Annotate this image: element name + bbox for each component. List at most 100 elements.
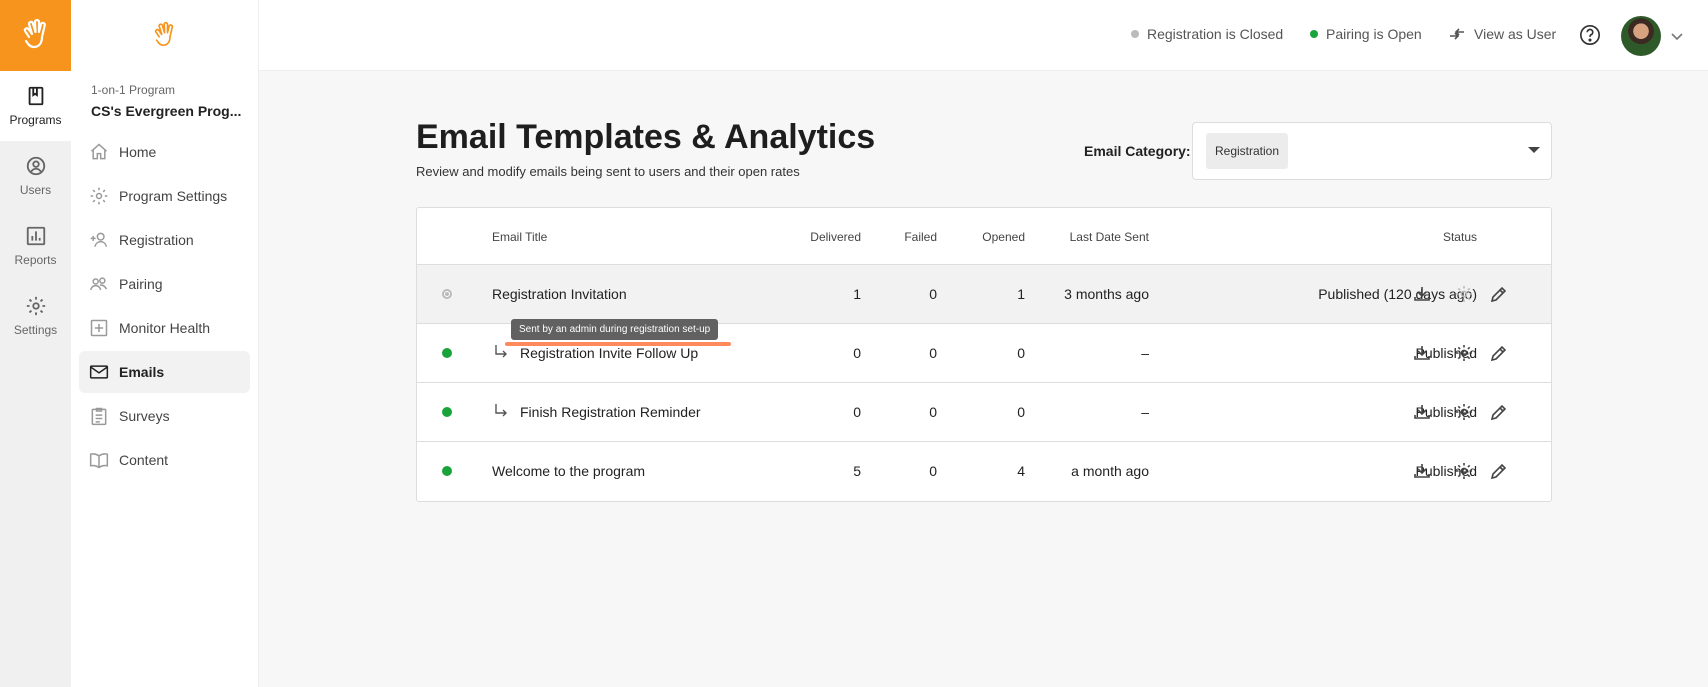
settings-button[interactable] <box>1454 461 1474 481</box>
pencil-icon <box>1490 404 1507 421</box>
rail-item-label: Reports <box>14 253 57 267</box>
category-chip: Registration <box>1206 133 1289 169</box>
download-icon <box>1414 346 1430 360</box>
edit-button[interactable] <box>1489 461 1509 481</box>
email-category-select[interactable]: Registration <box>1192 122 1552 180</box>
program-logo <box>71 0 258 71</box>
rail-item-reports[interactable]: Reports <box>0 211 71 281</box>
nav-item-program-settings[interactable]: Program Settings <box>79 175 250 217</box>
switch-arrows-icon <box>1450 28 1464 40</box>
header-opened: Opened <box>982 230 1025 244</box>
gear-icon <box>1456 463 1472 479</box>
pencil-icon <box>1490 463 1507 480</box>
brand-logo[interactable] <box>0 0 71 71</box>
open-book-icon <box>89 453 109 469</box>
table-row[interactable]: Welcome to the program 5 0 4 a month ago… <box>417 441 1551 500</box>
status-dot <box>442 466 452 476</box>
failed-count: 0 <box>929 463 937 479</box>
chevron-down-icon[interactable] <box>1670 29 1684 43</box>
edit-button[interactable] <box>1489 402 1509 422</box>
download-button[interactable] <box>1412 343 1432 363</box>
pairing-status-label: Pairing is Open <box>1326 26 1422 42</box>
home-icon <box>91 143 107 160</box>
last-date-sent: 3 months ago <box>1064 286 1149 302</box>
status-dot <box>442 348 452 358</box>
nav-item-label: Content <box>119 452 169 468</box>
edit-button[interactable] <box>1489 343 1509 363</box>
table-row[interactable]: Registration Invitation 1 0 1 3 months a… <box>417 264 1551 323</box>
failed-count: 0 <box>929 404 937 420</box>
settings-button[interactable] <box>1454 402 1474 422</box>
edit-button[interactable] <box>1489 284 1509 304</box>
nav-item-emails[interactable]: Emails <box>79 351 250 393</box>
add-user-icon <box>90 232 108 247</box>
email-title[interactable]: Registration Invite Follow Up <box>520 345 698 361</box>
nav-item-label: Pairing <box>119 276 163 292</box>
nav-item-content[interactable]: Content <box>79 439 250 481</box>
status-text: Published <box>1415 345 1478 361</box>
delivered-count: 0 <box>853 404 861 420</box>
users-icon <box>89 277 108 291</box>
email-title[interactable]: Registration Invitation <box>492 286 627 302</box>
download-button[interactable] <box>1412 402 1432 422</box>
failed-count: 0 <box>929 345 937 361</box>
pencil-icon <box>1490 345 1507 362</box>
page-subtitle: Review and modify emails being sent to u… <box>416 164 800 179</box>
settings-button[interactable] <box>1454 284 1474 304</box>
table-row[interactable]: Finish Registration Reminder 0 0 0 – Pub… <box>417 382 1551 441</box>
email-title[interactable]: Finish Registration Reminder <box>520 404 701 420</box>
clipboard-icon <box>91 407 107 426</box>
nav-item-monitor-health[interactable]: Monitor Health <box>79 307 250 349</box>
hand-wave-icon <box>23 18 46 48</box>
view-as-user-label: View as User <box>1474 26 1557 42</box>
book-icon <box>28 86 43 106</box>
program-nav: Home Program Settings Registration Pairi… <box>71 131 258 481</box>
mail-icon <box>89 365 109 379</box>
status-dot <box>442 407 452 417</box>
header-delivered: Delivered <box>810 230 861 244</box>
delivered-count: 1 <box>853 286 861 302</box>
rail-item-users[interactable]: Users <box>0 141 71 211</box>
nav-item-label: Registration <box>119 232 194 248</box>
nav-item-label: Emails <box>119 364 165 380</box>
hand-wave-icon <box>154 21 173 46</box>
download-button[interactable] <box>1412 461 1432 481</box>
nav-item-registration[interactable]: Registration <box>79 219 250 261</box>
registration-status-label: Registration is Closed <box>1147 26 1284 42</box>
rail-item-programs[interactable]: Programs <box>0 71 71 141</box>
nav-item-label: Surveys <box>119 408 170 424</box>
email-title[interactable]: Welcome to the program <box>492 463 645 479</box>
gear-icon <box>1456 286 1472 302</box>
gear-icon <box>26 296 45 316</box>
tooltip-highlight-line <box>505 342 731 346</box>
nav-item-pairing[interactable]: Pairing <box>79 263 250 305</box>
avatar[interactable] <box>1621 16 1661 56</box>
rail-item-label: Settings <box>13 323 58 337</box>
last-date-sent: – <box>1141 404 1149 420</box>
header-status: Status <box>1442 230 1477 244</box>
status-dot <box>1131 30 1139 38</box>
settings-button[interactable] <box>1454 343 1474 363</box>
opened-count: 4 <box>1017 463 1025 479</box>
download-button[interactable] <box>1412 284 1432 304</box>
email-table: Email Title Delivered Failed Opened Last… <box>416 207 1552 502</box>
sub-item-arrow-icon <box>495 345 507 358</box>
rail-item-label: Users <box>19 183 52 197</box>
registration-status: Registration is Closed <box>1131 26 1283 42</box>
user-circle-icon <box>26 156 45 176</box>
program-type: 1-on-1 Program <box>91 83 176 97</box>
nav-item-home[interactable]: Home <box>79 131 250 173</box>
health-plus-icon <box>90 319 108 337</box>
sub-item-arrow-icon <box>495 404 507 417</box>
nav-item-surveys[interactable]: Surveys <box>79 395 250 437</box>
caret-down-icon <box>1528 147 1540 153</box>
delivered-count: 0 <box>853 345 861 361</box>
page-title: Email Templates & Analytics <box>416 118 876 156</box>
help-icon[interactable] <box>1579 24 1601 46</box>
view-as-user-button[interactable]: View as User <box>1448 26 1556 42</box>
gear-icon <box>1456 404 1472 420</box>
rail-item-settings[interactable]: Settings <box>0 281 71 351</box>
email-title-tooltip: Sent by an admin during registration set… <box>511 319 719 340</box>
pencil-icon <box>1490 286 1507 303</box>
status-text: Published <box>1415 404 1478 420</box>
